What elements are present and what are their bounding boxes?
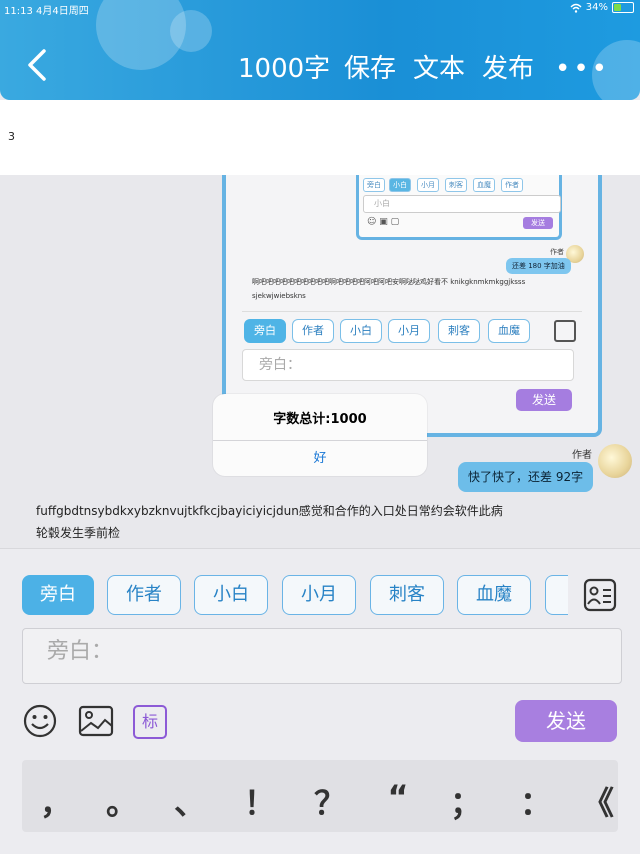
status-time: 11:13 bbox=[4, 6, 33, 17]
inner-tab: 刺客 bbox=[438, 319, 480, 343]
punct-period[interactable]: 。 bbox=[102, 778, 142, 824]
mark-button[interactable]: 标 bbox=[133, 705, 167, 739]
text-button[interactable]: 文本 bbox=[413, 48, 465, 85]
inner-tab: 作者 bbox=[292, 319, 334, 343]
inner-para-line: 啊吧吧吧吧吧吧吧吧吧吧啊吧吧吧吧阿吧阿吧安啊哒哒鸡好看不 knikgknmkmk… bbox=[252, 278, 526, 286]
content-first-line: 3 bbox=[8, 130, 15, 143]
inner-paragraph: 啊吧吧吧吧吧吧吧吧吧吧啊吧吧吧吧阿吧阿吧安啊哒哒鸡好看不 knikgknmkmk… bbox=[252, 275, 572, 303]
punct-exclamation[interactable]: ！ bbox=[240, 778, 280, 824]
tab-narration[interactable]: 旁白 bbox=[22, 575, 94, 615]
paragraph-line: 轮毂发生季前检 bbox=[36, 526, 121, 540]
punct-comma[interactable]: ， bbox=[36, 778, 76, 824]
inner-tab: 血魔 bbox=[488, 319, 530, 343]
word-count-alert: 字数总计:1000 好 bbox=[213, 394, 427, 476]
mini-tab: 旁白 bbox=[363, 178, 385, 192]
punct-enum-comma[interactable]: 、 bbox=[170, 778, 210, 824]
send-button[interactable]: 发送 bbox=[515, 700, 617, 742]
mini-send: 发送 bbox=[523, 217, 553, 229]
inner-divider bbox=[242, 311, 582, 312]
wifi-icon bbox=[570, 3, 582, 13]
punct-semicolon[interactable]: ； bbox=[446, 778, 486, 824]
inner-tab: 小月 bbox=[388, 319, 430, 343]
battery-icon bbox=[612, 2, 634, 13]
alert-ok-button[interactable]: 好 bbox=[213, 441, 427, 476]
tab-assassin[interactable]: 刺客 bbox=[370, 575, 444, 615]
inner-author-label: 作者 bbox=[550, 248, 564, 256]
tab-xiaoyue[interactable]: 小月 bbox=[282, 575, 356, 615]
mini-tab: 刺客 bbox=[445, 178, 467, 192]
inner-para-line: sjekwjwiebskns bbox=[252, 292, 306, 300]
tab-blood-demon[interactable]: 血魔 bbox=[457, 575, 531, 615]
status-date: 4月4日周四 bbox=[36, 6, 89, 17]
author-label: 作者 bbox=[572, 450, 592, 461]
more-icon[interactable]: ••• bbox=[555, 54, 610, 84]
inner-editor-card: 旁白 小白 小月 刺客 血魔 作者 小白 ☺ ▣ ▢ 发送 bbox=[356, 175, 562, 240]
mini-tab: 小月 bbox=[417, 178, 439, 192]
back-chevron-icon[interactable] bbox=[24, 48, 52, 82]
editor-content-top[interactable]: 3 bbox=[0, 100, 640, 176]
punct-colon[interactable]: ： bbox=[516, 778, 556, 824]
inner-send: 发送 bbox=[516, 389, 572, 411]
tab-overflow[interactable] bbox=[545, 575, 568, 615]
inner-contact-icon bbox=[554, 320, 576, 342]
punct-book-title[interactable]: 《 bbox=[578, 778, 618, 824]
mini-tab: 血魔 bbox=[473, 178, 495, 192]
punct-quote[interactable]: “ bbox=[378, 778, 418, 816]
battery-percent: 34% bbox=[585, 2, 608, 13]
image-icon[interactable] bbox=[78, 703, 114, 739]
author-avatar bbox=[598, 444, 632, 478]
contact-card-icon[interactable] bbox=[583, 578, 617, 612]
decor-bubble bbox=[170, 10, 212, 52]
inner-input: 旁白： bbox=[242, 349, 574, 381]
publish-button[interactable]: 发布 bbox=[482, 48, 534, 85]
inner-bubble: 还差 180 字加油 bbox=[506, 258, 571, 274]
mini-tool-icons: ☺ ▣ ▢ bbox=[367, 217, 400, 227]
word-count-button[interactable]: 1000字 bbox=[238, 48, 330, 85]
chat-bubble[interactable]: 快了快了，还差 92字 bbox=[458, 462, 594, 492]
mini-tab: 作者 bbox=[501, 178, 523, 192]
tab-xiaobai[interactable]: 小白 bbox=[194, 575, 268, 615]
alert-message: 字数总计:1000 bbox=[273, 412, 367, 427]
punctuation-bar: ， 。 、 ！ ？ “ ； ： 《 bbox=[22, 760, 618, 832]
mini-tab: 小白 bbox=[389, 178, 411, 192]
inner-tab: 小白 bbox=[340, 319, 382, 343]
dialogue-input[interactable]: 旁白： bbox=[22, 628, 622, 684]
status-bar: 11:13 4月4日周四 34% bbox=[0, 0, 640, 17]
tab-author[interactable]: 作者 bbox=[107, 575, 181, 615]
save-button[interactable]: 保存 bbox=[344, 48, 396, 85]
narration-paragraph[interactable]: fuffgbdtnsybdkxybzknvujtkfkcjbayiciyicjd… bbox=[36, 500, 616, 544]
paragraph-line: fuffgbdtnsybdkxybzknvujtkfkcjbayiciyicjd… bbox=[36, 504, 503, 518]
punct-question[interactable]: ？ bbox=[310, 778, 350, 824]
emoji-icon[interactable] bbox=[22, 703, 58, 739]
mini-input: 小白 bbox=[363, 195, 561, 213]
inner-tab: 旁白 bbox=[244, 319, 286, 343]
